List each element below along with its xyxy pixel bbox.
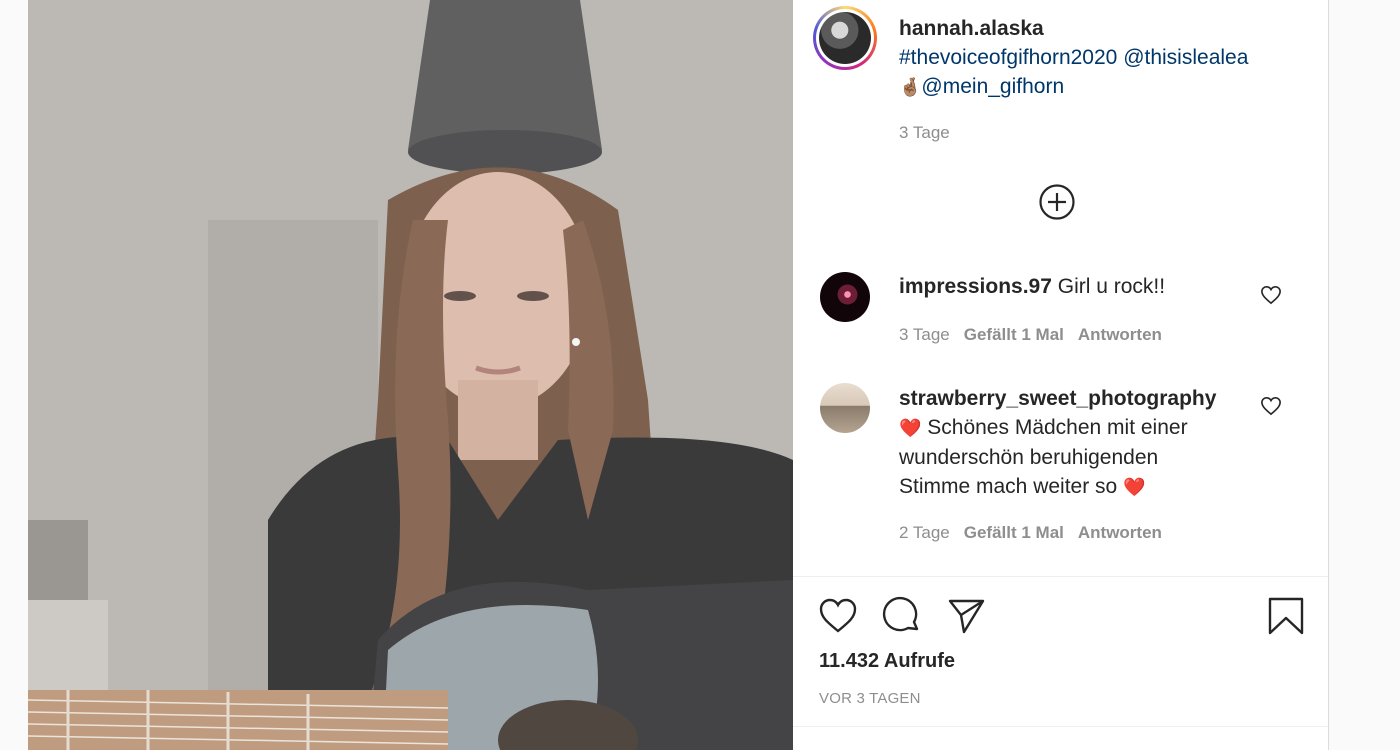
crossed-fingers-emoji: 🤞🏽 bbox=[899, 77, 922, 97]
comment-item: impressions.97 Girl u rock!! bbox=[899, 272, 1239, 301]
comment-likes[interactable]: Gefällt 1 Mal bbox=[964, 523, 1064, 542]
comment-text-line: Stimme mach weiter so bbox=[899, 475, 1118, 498]
commenter-avatar[interactable] bbox=[820, 383, 870, 433]
post-caption: hannah.alaska #thevoiceofgifhorn2020 @th… bbox=[899, 14, 1309, 102]
reply-button[interactable]: Antworten bbox=[1078, 523, 1162, 542]
comment-meta: 2 Tage Gefällt 1 Mal Antworten bbox=[899, 523, 1162, 543]
comment-text: Girl u rock!! bbox=[1057, 275, 1166, 298]
mention-link-mein-gifhorn[interactable]: @mein_gifhorn bbox=[921, 75, 1064, 98]
like-heart-icon[interactable] bbox=[818, 596, 858, 636]
comment-time[interactable]: 3 Tage bbox=[899, 325, 950, 344]
bookmark-save-icon[interactable] bbox=[1266, 596, 1306, 636]
plus-circle-icon[interactable] bbox=[1039, 184, 1075, 220]
comment-username[interactable]: impressions.97 bbox=[899, 275, 1052, 298]
comment-likes[interactable]: Gefällt 1 Mal bbox=[964, 325, 1064, 344]
comment-text-line: wunderschön beruhigenden bbox=[899, 446, 1159, 469]
view-count[interactable]: 11.432 Aufrufe bbox=[819, 650, 955, 673]
video-frame-illustration bbox=[28, 0, 793, 750]
heart-emoji: ❤️ bbox=[1123, 477, 1146, 497]
post-video[interactable] bbox=[28, 0, 793, 750]
comment-text-line: Schönes Mädchen mit einer bbox=[927, 416, 1188, 439]
like-comment-heart-icon[interactable] bbox=[1260, 396, 1282, 416]
comment-time[interactable]: 2 Tage bbox=[899, 523, 950, 542]
share-paper-plane-icon[interactable] bbox=[946, 596, 986, 636]
comment-username[interactable]: strawberry_sweet_photography bbox=[899, 387, 1216, 410]
heart-emoji: ❤️ bbox=[899, 418, 922, 438]
actions-divider bbox=[793, 576, 1328, 577]
comment-item: strawberry_sweet_photography ❤️ Schönes … bbox=[899, 384, 1239, 502]
caption-timestamp[interactable]: 3 Tage bbox=[899, 123, 950, 143]
mention-link-thisislealea[interactable]: @thisislealea bbox=[1123, 46, 1248, 69]
comment-meta: 3 Tage Gefällt 1 Mal Antworten bbox=[899, 325, 1162, 345]
commenter-avatar[interactable] bbox=[820, 272, 870, 322]
author-avatar[interactable] bbox=[813, 6, 877, 70]
comment-bubble-icon[interactable] bbox=[882, 596, 922, 636]
post-date[interactable]: VOR 3 TAGEN bbox=[819, 690, 921, 707]
post-side-panel: hannah.alaska #thevoiceofgifhorn2020 @th… bbox=[793, 0, 1329, 750]
author-username[interactable]: hannah.alaska bbox=[899, 17, 1044, 40]
comment-box-divider bbox=[793, 726, 1328, 727]
like-comment-heart-icon[interactable] bbox=[1260, 285, 1282, 305]
hashtag-link[interactable]: #thevoiceofgifhorn2020 bbox=[899, 46, 1117, 69]
reply-button[interactable]: Antworten bbox=[1078, 325, 1162, 344]
